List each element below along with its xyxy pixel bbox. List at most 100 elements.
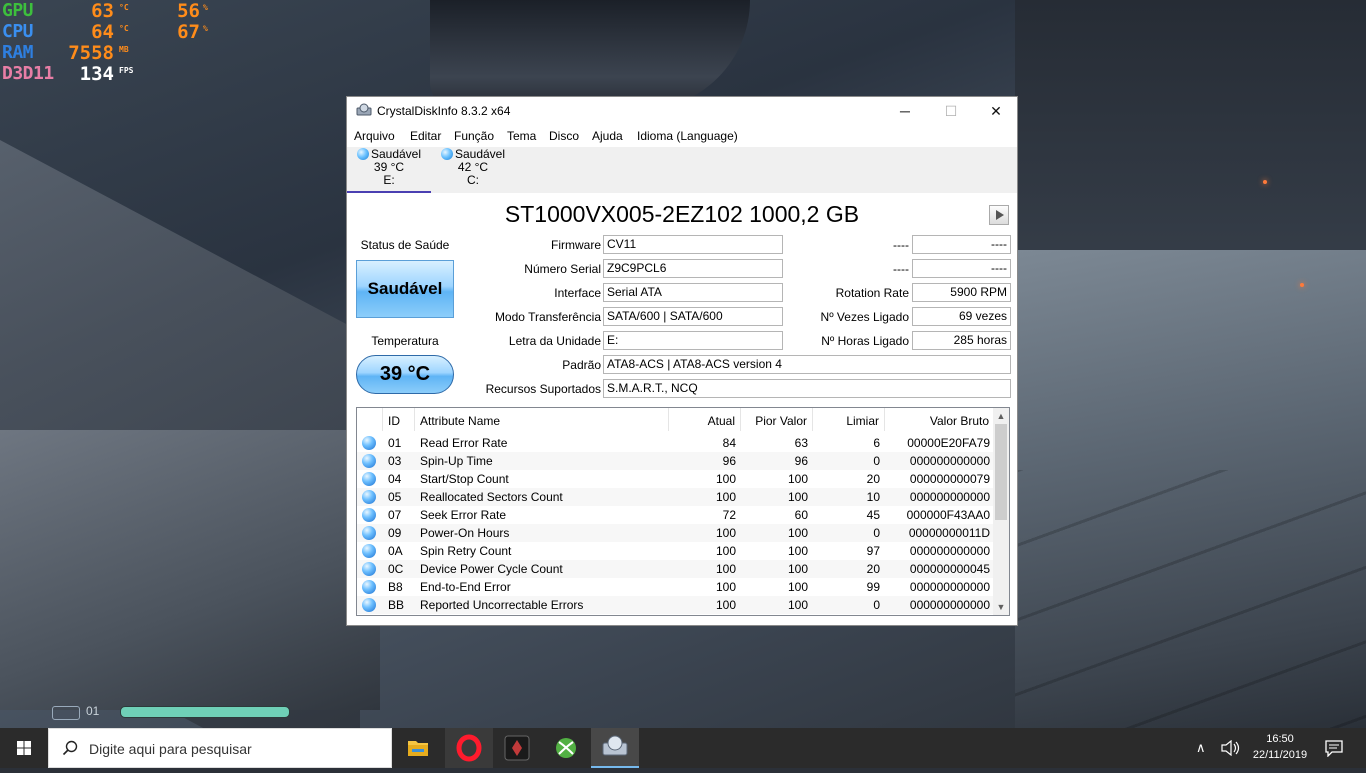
health-orb-icon <box>440 148 453 160</box>
unknown-label-2: ---- <box>893 262 909 276</box>
next-disk-button[interactable] <box>989 205 1009 225</box>
bg-sky <box>1015 0 1366 260</box>
cell-id: 03 <box>388 454 402 468</box>
maximize-button[interactable]: ☐ <box>928 97 974 125</box>
smart-attributes-table[interactable]: ID Attribute Name Atual Pior Valor Limia… <box>356 407 1010 616</box>
cell-threshold: 0 <box>873 526 880 540</box>
col-threshold[interactable]: Limiar <box>813 408 885 431</box>
cell-id: 05 <box>388 490 402 504</box>
unknown-label-1: ---- <box>893 238 909 252</box>
cell-id: 07 <box>388 508 402 522</box>
osd-cpu-temp: 64 <box>91 21 114 43</box>
col-id[interactable]: ID <box>383 408 415 431</box>
cell-raw-value: 00000000011D <box>908 526 990 540</box>
menu-bar: Arquivo Editar Função Tema Disco Ajuda I… <box>347 125 1017 147</box>
file-explorer-app[interactable] <box>394 728 442 768</box>
col-raw-value[interactable]: Valor Bruto <box>885 408 995 431</box>
serial-label: Número Serial <box>524 262 601 276</box>
cell-threshold: 0 <box>873 454 880 468</box>
start-button[interactable] <box>0 728 48 768</box>
window-title: CrystalDiskInfo 8.3.2 x64 <box>377 104 511 118</box>
cell-worst: 100 <box>787 526 808 540</box>
menu-disco[interactable]: Disco <box>549 129 579 143</box>
col-attribute-name[interactable]: Attribute Name <box>415 408 669 431</box>
cell-id: B8 <box>388 580 403 594</box>
firmware-field: CV11 <box>603 235 783 254</box>
transfer-mode-field: SATA/600 | SATA/600 <box>603 307 783 326</box>
osd-gpu-temp-unit: °C <box>119 3 129 12</box>
cell-raw-value: 00000E20FA79 <box>907 436 990 450</box>
health-status-label: Status de Saúde <box>360 238 450 252</box>
menu-idioma[interactable]: Idioma (Language) <box>637 129 738 143</box>
scroll-down-icon[interactable]: ▼ <box>993 599 1009 615</box>
table-scrollbar[interactable]: ▲ ▼ <box>993 408 1009 615</box>
minimize-button[interactable]: ─ <box>882 97 928 125</box>
standard-field: ATA8-ACS | ATA8-ACS version 4 <box>603 355 1011 374</box>
menu-editar[interactable]: Editar <box>410 129 441 143</box>
cell-threshold: 97 <box>866 544 880 558</box>
table-row[interactable]: B8 End-to-End Error 100 100 99 000000000000 <box>357 578 995 596</box>
table-row[interactable]: 07 Seek Error Rate 72 60 45 000000F43AA0 <box>357 506 995 524</box>
osd-d3d-label: D3D11 <box>2 63 54 84</box>
cell-current: 100 <box>715 598 736 612</box>
menu-tema[interactable]: Tema <box>507 129 536 143</box>
firmware-label: Firmware <box>551 238 601 252</box>
scroll-up-icon[interactable]: ▲ <box>993 408 1009 424</box>
cell-worst: 100 <box>787 580 808 594</box>
col-current[interactable]: Atual <box>669 408 741 431</box>
menu-funcao[interactable]: Função <box>454 129 494 143</box>
table-row[interactable]: 03 Spin-Up Time 96 96 0 000000000000 <box>357 452 995 470</box>
title-bar[interactable]: CrystalDiskInfo 8.3.2 x64 ─ ☐ ✕ <box>347 97 1017 125</box>
table-row[interactable]: BB Reported Uncorrectable Errors 100 100 0 00… <box>357 596 995 614</box>
notifications-icon[interactable] <box>1324 739 1344 757</box>
temperature-label: Temperatura <box>371 334 439 348</box>
col-status[interactable] <box>357 408 383 431</box>
col-worst[interactable]: Pior Valor <box>741 408 813 431</box>
health-status-button[interactable]: Saudável <box>356 260 454 318</box>
volume-icon[interactable] <box>1220 740 1240 756</box>
osd-ram-label: RAM <box>2 42 34 63</box>
folder-icon <box>408 741 428 756</box>
features-label: Recursos Suportados <box>485 382 601 396</box>
disk-tab-c[interactable]: Saudável 42 °C C: <box>431 147 515 193</box>
cell-attribute-name: Spin Retry Count <box>420 544 512 558</box>
cell-worst: 100 <box>787 472 808 486</box>
game-app[interactable] <box>493 728 541 768</box>
game-icon <box>504 735 530 761</box>
cell-current: 100 <box>715 562 736 576</box>
hud-counter: 01 <box>86 704 100 718</box>
temperature-button[interactable]: 39 °C <box>356 355 454 394</box>
scroll-thumb[interactable] <box>995 424 1007 520</box>
disk-tab-e[interactable]: Saudável 39 °C E: <box>347 147 431 193</box>
table-row[interactable]: 09 Power-On Hours 100 100 0 00000000011D <box>357 524 995 542</box>
disk-letter: C: <box>467 173 479 187</box>
taskbar: Digite aqui para pesquisar ∧ 16:50 22/11… <box>0 728 1366 768</box>
table-row[interactable]: 04 Start/Stop Count 100 100 20 000000000079 <box>357 470 995 488</box>
menu-arquivo[interactable]: Arquivo <box>354 129 395 143</box>
cell-current: 100 <box>715 544 736 558</box>
status-orb-icon <box>362 562 376 576</box>
clock-date[interactable]: 22/11/2019 <box>1250 749 1310 761</box>
table-row[interactable]: 05 Reallocated Sectors Count 100 100 10 00000… <box>357 488 995 506</box>
tray-chevron-icon[interactable]: ∧ <box>1196 740 1206 756</box>
osd-ram-value: 7558 <box>68 42 114 64</box>
status-orb-icon <box>362 598 376 612</box>
osd-cpu-label: CPU <box>2 21 34 42</box>
table-row[interactable]: 0C Device Power Cycle Count 100 100 20 000000… <box>357 560 995 578</box>
standard-label: Padrão <box>562 358 601 372</box>
table-row[interactable]: 0A Spin Retry Count 100 100 97 000000000000 <box>357 542 995 560</box>
cell-worst: 100 <box>787 562 808 576</box>
osd-cpu-temp-unit: °C <box>119 24 129 33</box>
xbox-app[interactable] <box>542 728 590 768</box>
taskbar-search[interactable]: Digite aqui para pesquisar <box>48 728 392 768</box>
cell-attribute-name: Device Power Cycle Count <box>420 562 563 576</box>
opera-app[interactable] <box>445 728 493 768</box>
close-button[interactable]: ✕ <box>973 97 1019 125</box>
crystaldiskinfo-app[interactable] <box>591 728 639 768</box>
bg-light <box>1300 283 1304 287</box>
cell-worst: 63 <box>794 436 808 450</box>
cell-threshold: 0 <box>873 598 880 612</box>
clock-time[interactable]: 16:50 <box>1250 733 1310 745</box>
menu-ajuda[interactable]: Ajuda <box>592 129 623 143</box>
table-row[interactable]: 01 Read Error Rate 84 63 6 00000E20FA79 <box>357 434 995 452</box>
